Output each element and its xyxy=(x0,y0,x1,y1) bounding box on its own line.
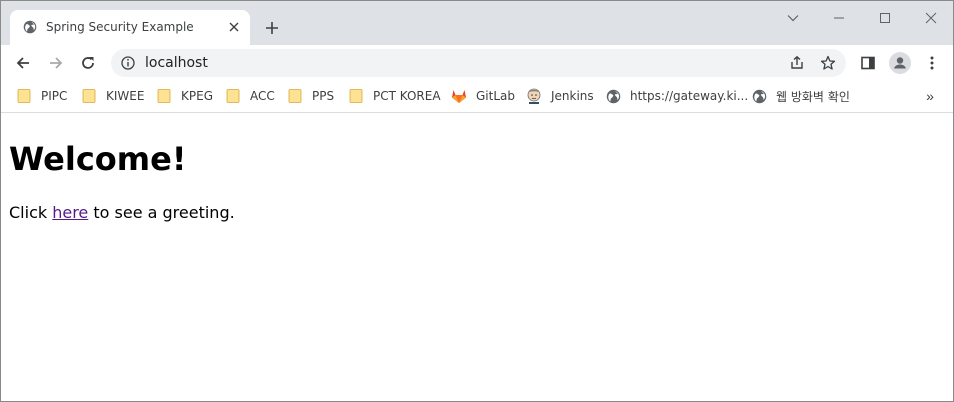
bookmark-acc[interactable]: ACC xyxy=(225,86,275,106)
tab-close-button[interactable] xyxy=(226,19,242,35)
back-arrow-icon xyxy=(16,57,29,69)
site-info-icon[interactable] xyxy=(120,55,136,71)
bookmark-gateway[interactable]: https://gateway.ki... xyxy=(605,86,748,106)
folder-icon xyxy=(81,88,97,104)
greeting-paragraph: Click here to see a greeting. xyxy=(9,203,235,222)
gitlab-icon xyxy=(451,88,467,104)
bookmark-pipc[interactable]: PIPC xyxy=(16,86,67,106)
maximize-button[interactable] xyxy=(873,6,897,30)
close-icon xyxy=(925,12,937,24)
forward-button[interactable] xyxy=(43,50,69,76)
url-input[interactable] xyxy=(145,55,745,71)
bookmarks-bar: PIPC KIWEE KPEG ACC PPS PCT KOREA GitLab xyxy=(1,80,953,113)
bookmark-jenkins[interactable]: Jenkins xyxy=(526,86,594,106)
profile-icon xyxy=(889,52,911,74)
bookmarks-overflow-button[interactable]: » xyxy=(921,87,939,105)
bookmark-star-button[interactable] xyxy=(818,53,838,73)
side-panel-button[interactable] xyxy=(855,50,881,76)
tab-search-button[interactable] xyxy=(781,6,805,30)
page-content: Welcome! Click here to see a greeting. xyxy=(1,114,953,401)
browser-window: Spring Security Example localhost PIPC K… xyxy=(0,0,954,402)
close-icon xyxy=(229,22,239,32)
globe-icon xyxy=(23,20,37,34)
folder-icon xyxy=(16,88,32,104)
star-icon xyxy=(820,55,836,70)
bookmark-web-firewall[interactable]: 웹 방화벽 확인 xyxy=(751,86,850,106)
side-panel-icon xyxy=(861,56,875,70)
greeting-link[interactable]: here xyxy=(52,203,88,222)
reload-button[interactable] xyxy=(75,50,101,76)
forward-arrow-icon xyxy=(50,57,63,69)
address-bar[interactable] xyxy=(111,49,846,77)
share-button[interactable] xyxy=(787,53,807,73)
bookmark-kpeg[interactable]: KPEG xyxy=(156,86,213,106)
folder-icon xyxy=(348,88,364,104)
minimize-button[interactable] xyxy=(827,6,851,30)
tab-strip: Spring Security Example xyxy=(1,1,953,45)
chevron-down-icon xyxy=(787,15,799,22)
chrome-menu-button[interactable] xyxy=(919,50,945,76)
maximize-icon xyxy=(880,13,890,23)
jenkins-icon xyxy=(526,88,542,104)
bookmark-pps[interactable]: PPS xyxy=(287,86,334,106)
page-title: Welcome! xyxy=(9,140,187,178)
globe-icon xyxy=(751,88,767,104)
folder-icon xyxy=(225,88,241,104)
browser-toolbar xyxy=(1,45,953,80)
bookmark-gitlab[interactable]: GitLab xyxy=(451,86,515,106)
folder-icon xyxy=(156,88,172,104)
new-tab-button[interactable] xyxy=(260,16,284,40)
kebab-menu-icon xyxy=(930,56,934,70)
back-button[interactable] xyxy=(10,50,36,76)
profile-button[interactable] xyxy=(887,50,913,76)
globe-icon xyxy=(605,88,621,104)
tab-spring-security-example[interactable]: Spring Security Example xyxy=(10,10,250,45)
folder-icon xyxy=(287,88,303,104)
plus-icon xyxy=(266,22,278,34)
reload-icon xyxy=(82,57,94,69)
share-icon xyxy=(791,55,803,69)
bookmark-kiwee[interactable]: KIWEE xyxy=(81,86,144,106)
minimize-icon xyxy=(834,17,844,19)
bookmark-pct-korea[interactable]: PCT KOREA xyxy=(348,86,441,106)
tab-title: Spring Security Example xyxy=(46,20,194,34)
close-window-button[interactable] xyxy=(919,6,943,30)
